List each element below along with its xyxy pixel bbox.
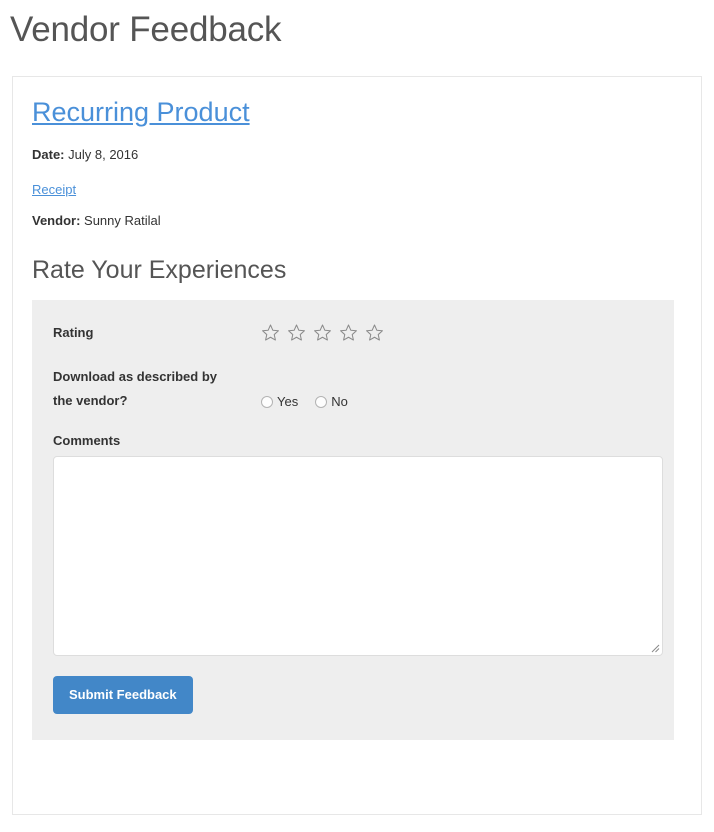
receipt-link[interactable]: Receipt <box>32 180 76 199</box>
comments-box[interactable] <box>53 456 663 656</box>
submit-feedback-button[interactable]: Submit Feedback <box>53 676 193 714</box>
rating-control <box>261 321 654 342</box>
comments-label: Comments <box>53 433 654 448</box>
rating-stars[interactable] <box>261 321 384 342</box>
rating-row: Rating <box>53 321 654 345</box>
section-title: Rate Your Experiences <box>32 254 682 286</box>
card-inner: Recurring Product Date: July 8, 2016 Rec… <box>13 77 701 740</box>
date-label: Date: <box>32 147 65 162</box>
receipt-row: Receipt <box>32 164 682 199</box>
date-value: July 8, 2016 <box>68 147 138 162</box>
star-outline-icon[interactable] <box>365 323 384 342</box>
as-described-label-line2: the vendor? <box>53 389 261 413</box>
star-outline-icon[interactable] <box>287 323 306 342</box>
as-described-row: Download as described by the vendor? Yes… <box>53 365 654 413</box>
comments-block: Comments <box>53 433 654 656</box>
feedback-card: Recurring Product Date: July 8, 2016 Rec… <box>12 76 702 815</box>
vendor-row: Vendor: Sunny Ratilal <box>32 211 682 230</box>
as-described-label-line1: Download as described by <box>53 365 261 389</box>
radio-button-yes[interactable] <box>261 396 273 408</box>
vendor-feedback-page: Vendor Feedback Recurring Product Date: … <box>0 0 714 832</box>
comments-input[interactable] <box>54 457 662 655</box>
page-title: Vendor Feedback <box>0 0 714 52</box>
vendor-label: Vendor: <box>32 213 80 228</box>
rating-label: Rating <box>53 321 261 345</box>
radio-option-no[interactable]: No <box>315 394 348 410</box>
star-outline-icon[interactable] <box>313 323 332 342</box>
radio-button-no[interactable] <box>315 396 327 408</box>
feedback-form: Rating <box>32 300 674 740</box>
as-described-control: Yes No <box>261 365 654 413</box>
as-described-radio-group: Yes No <box>261 394 348 413</box>
star-outline-icon[interactable] <box>339 323 358 342</box>
radio-option-yes[interactable]: Yes <box>261 394 298 410</box>
star-outline-icon[interactable] <box>261 323 280 342</box>
radio-label-yes: Yes <box>277 394 298 410</box>
as-described-label: Download as described by the vendor? <box>53 365 261 413</box>
radio-label-no: No <box>331 394 348 410</box>
vendor-value: Sunny Ratilal <box>84 213 161 228</box>
date-row: Date: July 8, 2016 <box>32 145 682 164</box>
product-link[interactable]: Recurring Product <box>32 95 250 129</box>
